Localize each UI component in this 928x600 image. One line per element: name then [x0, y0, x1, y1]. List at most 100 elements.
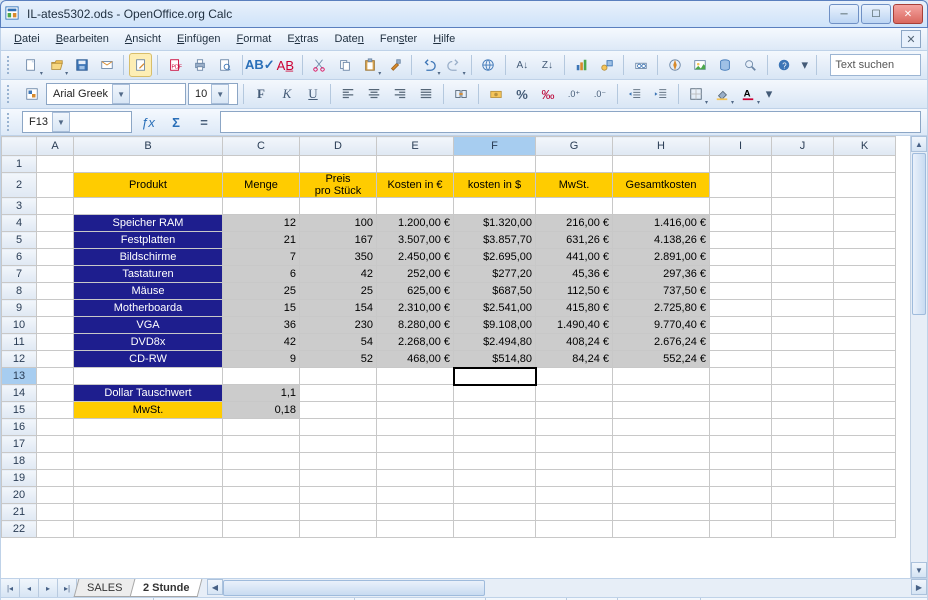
row-header[interactable]: 15 [2, 402, 37, 419]
cell[interactable] [772, 385, 834, 402]
standard-format-icon[interactable]: ‰ [536, 82, 560, 106]
row-header[interactable]: 20 [2, 487, 37, 504]
toolbar-handle[interactable] [7, 85, 14, 103]
cell[interactable] [37, 521, 74, 538]
cell[interactable] [37, 436, 74, 453]
cell[interactable] [613, 521, 710, 538]
menu-daten[interactable]: Daten [328, 31, 371, 47]
tab-first-icon[interactable]: |◂ [1, 579, 20, 597]
cell[interactable] [300, 436, 377, 453]
cell[interactable] [536, 419, 613, 436]
email-icon[interactable] [95, 53, 118, 77]
sheet-tab-sales[interactable]: SALES [74, 579, 136, 597]
cell[interactable] [772, 436, 834, 453]
scroll-down-icon[interactable]: ▼ [911, 562, 927, 578]
column-header[interactable]: H [613, 137, 710, 156]
cell[interactable]: 1,1 [223, 385, 300, 402]
cell[interactable]: 216,00 € [536, 215, 613, 232]
cell[interactable] [834, 470, 896, 487]
merge-cells-icon[interactable] [449, 82, 473, 106]
cell[interactable] [37, 156, 74, 173]
cell[interactable]: 7 [223, 249, 300, 266]
cell[interactable] [772, 402, 834, 419]
cell[interactable] [37, 317, 74, 334]
cell[interactable] [710, 368, 772, 385]
cell[interactable] [37, 232, 74, 249]
cell[interactable]: Bildschirme [74, 249, 223, 266]
cell[interactable] [37, 283, 74, 300]
row-header[interactable]: 19 [2, 470, 37, 487]
cell[interactable] [613, 504, 710, 521]
cell[interactable] [710, 521, 772, 538]
cell[interactable] [377, 436, 454, 453]
cell[interactable]: 1.200,00 € [377, 215, 454, 232]
cell[interactable] [454, 419, 536, 436]
cell[interactable] [37, 504, 74, 521]
menu-extras[interactable]: Extras [280, 31, 325, 47]
close-button[interactable]: ✕ [893, 4, 923, 24]
cell[interactable] [74, 521, 223, 538]
cell[interactable]: 167 [300, 232, 377, 249]
equals-icon[interactable]: = [192, 110, 216, 134]
cell[interactable] [613, 385, 710, 402]
cell[interactable]: 408,24 € [536, 334, 613, 351]
cell[interactable] [834, 232, 896, 249]
cell[interactable]: 25 [223, 283, 300, 300]
cell[interactable]: 0,18 [223, 402, 300, 419]
cell[interactable] [613, 198, 710, 215]
row-header[interactable]: 21 [2, 504, 37, 521]
cell[interactable] [710, 470, 772, 487]
cell[interactable] [834, 173, 896, 198]
cell[interactable] [710, 232, 772, 249]
cell[interactable]: Mäuse [74, 283, 223, 300]
function-wizard-icon[interactable]: ƒx [136, 110, 160, 134]
spellcheck-icon[interactable]: AB✓ [248, 53, 272, 77]
column-header[interactable]: D [300, 137, 377, 156]
cell[interactable]: $687,50 [454, 283, 536, 300]
cell[interactable]: 9.770,40 € [613, 317, 710, 334]
cell[interactable]: Tastaturen [74, 266, 223, 283]
cell[interactable] [613, 156, 710, 173]
cell[interactable] [377, 198, 454, 215]
cell[interactable] [454, 487, 536, 504]
align-center-icon[interactable] [362, 82, 386, 106]
cell[interactable] [37, 215, 74, 232]
datasources-icon[interactable] [714, 53, 737, 77]
cell[interactable]: 252,00 € [377, 266, 454, 283]
cell[interactable] [536, 487, 613, 504]
cell[interactable] [710, 402, 772, 419]
cell[interactable] [613, 436, 710, 453]
cell[interactable] [536, 368, 613, 385]
cell[interactable]: 42 [223, 334, 300, 351]
scroll-right-icon[interactable]: ▶ [911, 579, 927, 595]
cell[interactable] [710, 504, 772, 521]
help-icon[interactable]: ? [773, 53, 796, 77]
cell[interactable] [454, 453, 536, 470]
cell[interactable]: Preispro Stück [300, 173, 377, 198]
cell[interactable] [74, 470, 223, 487]
menu-format[interactable]: Format [229, 31, 278, 47]
cell[interactable] [37, 385, 74, 402]
cell[interactable] [613, 368, 710, 385]
cell[interactable] [74, 436, 223, 453]
cell[interactable]: $277,20 [454, 266, 536, 283]
cell[interactable] [772, 487, 834, 504]
cell[interactable]: Kosten in € [377, 173, 454, 198]
toolbar-overflow-icon[interactable]: ▾ [798, 53, 812, 77]
cell[interactable]: 45,36 € [536, 266, 613, 283]
cell[interactable] [223, 453, 300, 470]
cell[interactable] [710, 436, 772, 453]
column-header[interactable]: A [37, 137, 74, 156]
cell[interactable]: 42 [300, 266, 377, 283]
cell-reference-combo[interactable]: F13▼ [22, 111, 132, 133]
cell[interactable]: 52 [300, 351, 377, 368]
cell[interactable] [710, 198, 772, 215]
column-header[interactable]: K [834, 137, 896, 156]
sheet-tab-2stunde[interactable]: 2 Stunde [130, 579, 203, 597]
decrease-indent-icon[interactable] [623, 82, 647, 106]
cell[interactable] [37, 368, 74, 385]
cell[interactable] [834, 368, 896, 385]
spreadsheet-grid[interactable]: ABCDEFGHIJK12ProduktMengePreispro StückK… [1, 136, 896, 538]
export-pdf-icon[interactable]: PDF [163, 53, 186, 77]
cell[interactable] [454, 368, 536, 385]
